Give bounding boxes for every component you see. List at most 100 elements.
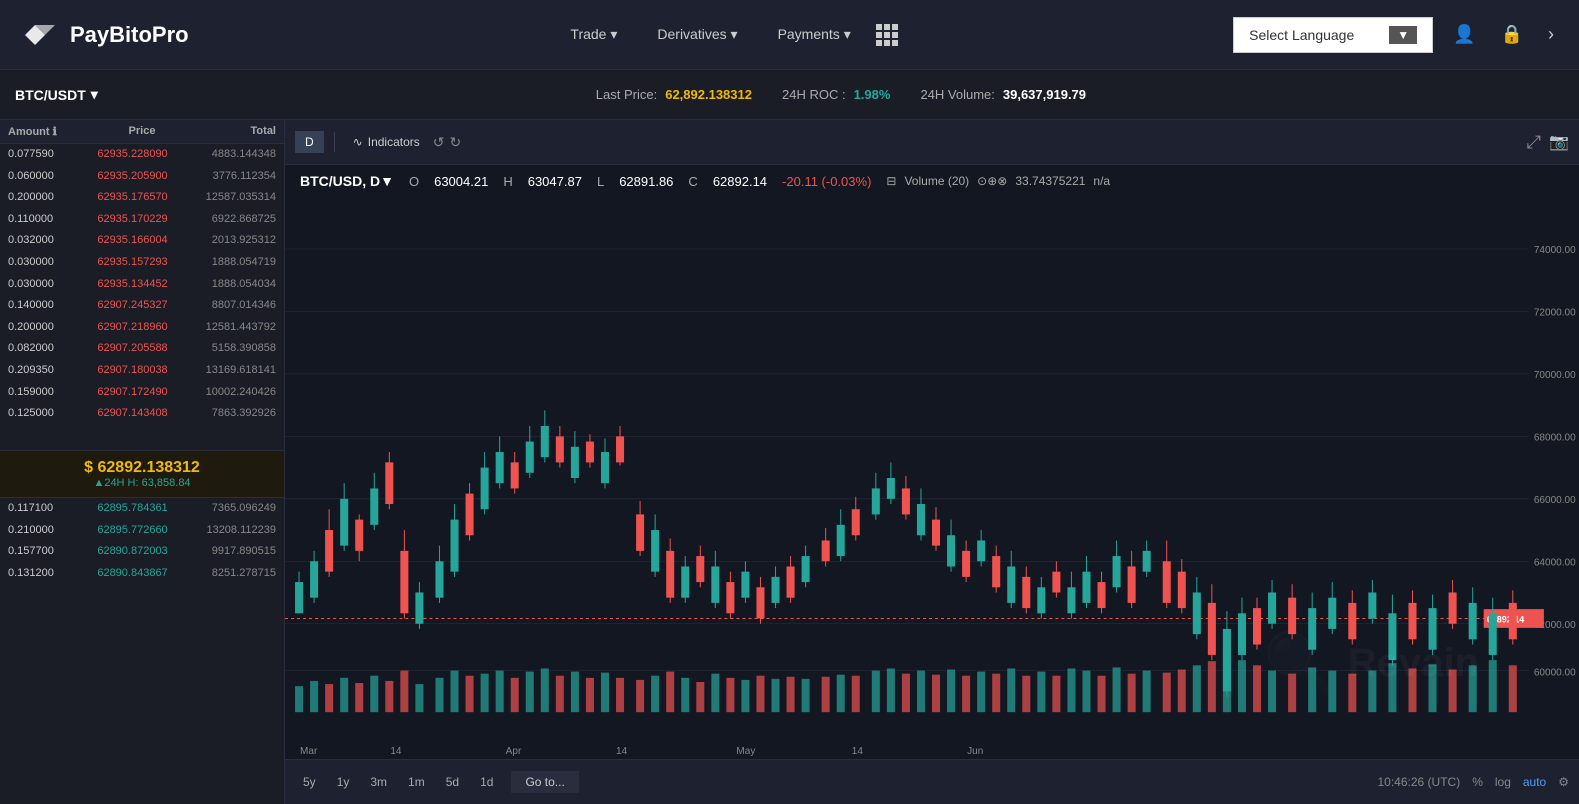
logo-icon [20,20,60,50]
market-stats: Last Price: 62,892.138312 24H ROC : 1.98… [118,87,1564,102]
undo-button[interactable]: ↺ [433,134,445,151]
pair-text: BTC/USDT [15,87,86,103]
ticker-price: $ 62892.138312 [8,459,276,477]
ticker-change: ▲24H H: 63,858.84 [8,477,276,489]
last-price-label: Last Price: [596,87,657,102]
orderbook: Amount ℹ Price Total 0.07759062935.22809… [0,120,285,804]
low-label: L [597,174,604,189]
redo-button[interactable]: ↻ [450,134,462,151]
timeframe-3m[interactable]: 3m [362,771,395,793]
high-label: H [503,174,512,189]
svg-text:66000.00: 66000.00 [1534,495,1576,506]
nav-payments[interactable]: Payments ▾ [763,18,866,51]
grid-icon[interactable] [876,24,898,46]
indicators-button[interactable]: ∿ Indicators [345,131,428,153]
svg-text:14: 14 [390,746,401,757]
orderbook-bid-row[interactable]: 0.13120062890.8438678251.278715 [0,563,284,585]
orderbook-ask-row[interactable]: 0.03000062935.1344521888.054034 [0,274,284,296]
svg-text:May: May [736,746,756,757]
fullscreen-button[interactable]: ⤢ [1527,132,1541,153]
logo-text: PayBitoPro [70,22,189,48]
price-ticker: $ 62892.138312 ▲24H H: 63,858.84 [0,450,284,498]
timeframe-5y[interactable]: 5y [295,771,324,793]
svg-text:68000.00: 68000.00 [1534,432,1576,443]
orderbook-ask-row[interactable]: 0.03000062935.1572931888.054719 [0,252,284,274]
main-content: Amount ℹ Price Total 0.07759062935.22809… [0,120,1579,804]
nav-derivatives[interactable]: Derivatives ▾ [642,18,752,51]
open-label: O [409,174,419,189]
sub-header: BTC/USDT ▾ Last Price: 62,892.138312 24H… [0,70,1579,120]
svg-text:14: 14 [616,746,627,757]
ob-col-amount: Amount ℹ [8,125,97,138]
orderbook-ask-row[interactable]: 0.07759062935.2280904883.144348 [0,144,284,166]
orderbook-bid-rows: 0.11710062895.7843617365.0962490.2100006… [0,498,284,804]
orderbook-bid-row[interactable]: 0.21000062895.77266013208.112239 [0,520,284,542]
svg-text:Apr: Apr [506,746,522,757]
orderbook-ask-row[interactable]: 0.03200062935.1660042013.925312 [0,230,284,252]
last-price-stat: Last Price: 62,892.138312 [596,87,752,102]
toolbar-separator [334,132,335,152]
user-icon[interactable]: 👤 [1448,19,1480,50]
orderbook-bid-row[interactable]: 0.15770062890.8720039917.890515 [0,541,284,563]
volume-value: 39,637,919.79 [1003,87,1086,102]
header-right: Select Language ▼ 👤 🔒 › [1233,17,1559,53]
volume-label: 24H Volume: [920,87,994,102]
timeframe-1y[interactable]: 1y [329,771,358,793]
chart-canvas[interactable]: 74000.00 72000.00 70000.00 68000.00 6600… [285,197,1579,759]
svg-text:70000.00: 70000.00 [1534,370,1576,381]
chart-actions: ⤢ 📷 [1527,132,1569,153]
chart-ohlc-info: BTC/USD, D▼ O 63004.21 H 63047.87 L 6289… [285,165,1579,197]
lang-label: Select Language [1249,27,1354,43]
lock-icon[interactable]: 🔒 [1496,19,1528,50]
orderbook-ask-row[interactable]: 0.06000062935.2059003776.112354 [0,166,284,188]
indicators-label: Indicators [368,135,420,149]
vol-settings[interactable]: ⊟ [886,174,896,188]
svg-text:72000.00: 72000.00 [1534,307,1576,318]
close-value: 62892.14 [713,174,767,189]
orderbook-ask-rows: 0.07759062935.2280904883.1443480.0600006… [0,144,284,450]
roc-stat: 24H ROC : 1.98% [782,87,890,102]
orderbook-ask-row[interactable]: 0.12500062907.1434087863.392926 [0,403,284,425]
lang-arrow: ▼ [1389,26,1417,44]
svg-text:Mar: Mar [300,746,318,757]
timeframe-D-button[interactable]: D [295,131,324,153]
orderbook-ask-row[interactable]: 0.15900062907.17249010002.240426 [0,382,284,404]
low-value: 62891.86 [619,174,673,189]
chart-symbol[interactable]: BTC/USD, D▼ [300,173,394,189]
vol-na: n/a [1093,174,1110,188]
orderbook-ask-row[interactable]: 0.20000062935.17657012587.035314 [0,187,284,209]
timeframe-5d[interactable]: 5d [438,771,467,793]
volume-stat: 24H Volume: 39,637,919.79 [920,87,1086,102]
orderbook-bid-row[interactable]: 0.11710062895.7843617365.096249 [0,498,284,520]
language-selector[interactable]: Select Language ▼ [1233,17,1433,53]
ob-col-total: Total [187,125,276,138]
svg-text:60000.00: 60000.00 [1534,668,1576,679]
orderbook-ask-row[interactable]: 0.11000062935.1702296922.868725 [0,209,284,231]
high-value: 63047.87 [528,174,582,189]
settings-icon[interactable]: ⚙ [1558,775,1569,789]
main-nav: Trade ▾ Derivatives ▾ Payments ▾ [250,18,1203,51]
orderbook-ask-row[interactable]: 0.20935062907.18003813169.618141 [0,360,284,382]
chart-toolbar: D ∿ Indicators ↺ ↻ ⤢ 📷 [285,120,1579,165]
timeframe-1m[interactable]: 1m [400,771,433,793]
volume-info: ⊟ Volume (20) ⊙⊕⊗ 33.74375221 n/a [886,174,1110,188]
orderbook-ask-row[interactable]: 0.14000062907.2453278807.014346 [0,295,284,317]
orderbook-ask-row[interactable]: 0.20000062907.21896012581.443792 [0,317,284,339]
chevron-icon[interactable]: › [1543,19,1559,50]
ob-col-price: Price [97,125,186,138]
log-button[interactable]: log [1495,775,1511,789]
vol-value: 33.74375221 [1015,174,1085,188]
trading-pair[interactable]: BTC/USDT ▾ [15,86,98,103]
auto-button[interactable]: auto [1523,775,1546,789]
chart-svg: 74000.00 72000.00 70000.00 68000.00 6600… [285,197,1579,759]
percent-button[interactable]: % [1472,775,1483,789]
camera-button[interactable]: 📷 [1549,132,1569,153]
goto-button[interactable]: Go to... [511,771,578,793]
timeframe-1d[interactable]: 1d [472,771,501,793]
chart-bottom-right: 10:46:26 (UTC) % log auto ⚙ [1377,775,1569,789]
change-value: -20.11 (-0.03%) [782,174,871,189]
orderbook-ask-row[interactable]: 0.08200062907.2055885158.390858 [0,338,284,360]
roc-value: 1.98% [854,87,891,102]
nav-trade[interactable]: Trade ▾ [555,18,632,51]
svg-text:Jun: Jun [967,746,983,757]
